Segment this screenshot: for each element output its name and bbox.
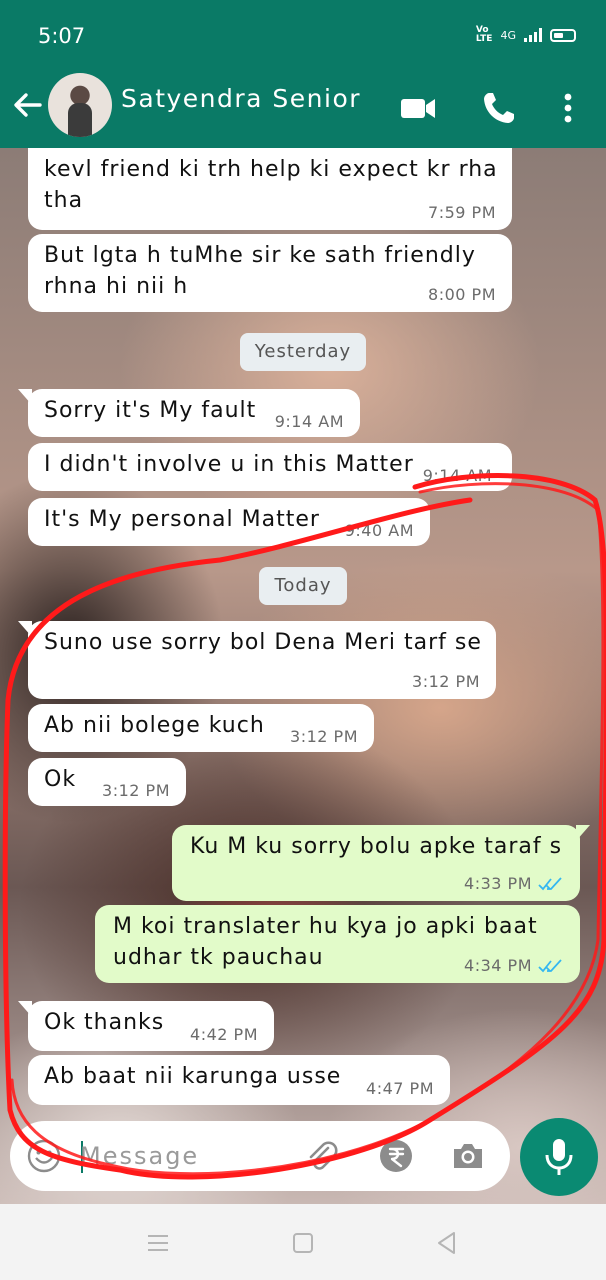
video-call-icon[interactable] — [398, 88, 438, 128]
message-incoming[interactable]: Ab nii bolege kuch 3:12 PM — [28, 704, 374, 752]
bubble-tail — [18, 621, 32, 637]
message-incoming[interactable]: Ab baat nii karunga usse 4:47 PM — [28, 1055, 450, 1105]
message-outgoing[interactable]: M koi translater hu kya jo apki baat udh… — [95, 905, 580, 983]
chat-header: Satyendra Senior — [0, 70, 606, 148]
message-incoming[interactable]: But lgta h tuMhe sir ke sath friendly rh… — [28, 234, 512, 312]
message-time: 3:12 PM — [102, 781, 170, 800]
phone-icon[interactable] — [479, 88, 519, 128]
message-time: 4:47 PM — [366, 1079, 434, 1098]
message-text: Ab baat nii karunga usse — [44, 1064, 342, 1089]
status-time: 5:07 — [38, 24, 86, 48]
chat-area[interactable]: kevl friend ki trh help ki expect kr rha… — [0, 148, 606, 1204]
date-separator-today: Today — [259, 567, 347, 605]
message-text: Sorry it's My fault — [44, 398, 257, 423]
message-time: 3:12 PM — [412, 672, 480, 691]
paperclip-icon[interactable] — [304, 1138, 340, 1174]
double-check-icon — [538, 959, 562, 973]
recent-apps-icon[interactable] — [143, 1228, 173, 1258]
rupee-icon[interactable] — [378, 1138, 414, 1174]
message-time: 9:14 AM — [274, 412, 344, 431]
message-incoming[interactable]: Ok 3:12 PM — [28, 758, 186, 806]
message-incoming[interactable]: Ok thanks 4:42 PM — [18, 1001, 274, 1051]
message-time: 4:34 PM — [464, 957, 564, 975]
arrow-back-icon[interactable] — [10, 88, 44, 122]
battery-icon — [550, 28, 576, 42]
message-text: Ab nii bolege kuch — [44, 713, 265, 738]
message-text: It's My personal Matter — [44, 507, 320, 532]
message-incoming[interactable]: Suno use sorry bol Dena Meri tarf se 3:1… — [18, 621, 496, 699]
message-time-label: 4:34 PM — [464, 956, 532, 975]
message-text: Ku M ku sorry bolu apke taraf s — [190, 834, 563, 859]
message-text: Ok — [44, 767, 77, 792]
message-text: Suno use sorry bol Dena Meri tarf se — [44, 630, 482, 655]
bubble-tail — [18, 1001, 32, 1017]
volte-icon: Vo LTE — [475, 25, 493, 44]
status-bar: 5:07 Vo LTE 4G — [0, 0, 606, 70]
message-text: Ok thanks — [44, 1010, 165, 1035]
contact-name[interactable]: Satyendra Senior — [121, 84, 361, 113]
signal-icon — [524, 28, 542, 42]
message-time-label: 4:33 PM — [464, 874, 532, 893]
message-time: 3:12 PM — [290, 727, 358, 746]
message-incoming[interactable]: kevl friend ki trh help ki expect kr rha… — [28, 148, 512, 230]
double-check-icon — [538, 877, 562, 891]
camera-icon[interactable] — [450, 1138, 486, 1174]
bubble-tail — [18, 389, 32, 405]
message-input[interactable] — [80, 1135, 280, 1177]
contact-avatar[interactable] — [48, 73, 112, 137]
message-time: 4:42 PM — [190, 1025, 258, 1044]
message-composer — [10, 1121, 510, 1191]
more-vert-icon[interactable] — [548, 88, 588, 128]
message-time: 9:40 AM — [344, 521, 414, 540]
message-incoming[interactable]: I didn't involve u in this Matter 9:14 A… — [28, 443, 512, 491]
message-text: But lgta h tuMhe sir ke sath friendly rh… — [44, 243, 476, 299]
mic-button[interactable] — [520, 1118, 598, 1196]
date-separator-yesterday: Yesterday — [240, 333, 366, 371]
message-text: I didn't involve u in this Matter — [44, 452, 414, 477]
bubble-tail — [576, 825, 590, 841]
back-nav-icon[interactable] — [432, 1228, 462, 1258]
home-icon[interactable] — [288, 1228, 318, 1258]
message-time: 7:59 PM — [428, 203, 496, 222]
emoji-icon[interactable] — [26, 1138, 62, 1174]
message-incoming[interactable]: Sorry it's My fault 9:14 AM — [18, 389, 360, 437]
message-time: 4:33 PM — [464, 875, 564, 893]
message-time: 8:00 PM — [428, 285, 496, 304]
message-time: 9:14 AM — [422, 466, 492, 485]
message-incoming[interactable]: It's My personal Matter 9:40 AM — [28, 498, 430, 546]
system-nav-bar — [0, 1204, 606, 1280]
network-type-label: 4G — [500, 28, 516, 42]
mic-icon — [545, 1139, 573, 1175]
status-icons: Vo LTE 4G — [476, 26, 576, 44]
message-outgoing[interactable]: Ku M ku sorry bolu apke taraf s 4:33 PM — [172, 825, 590, 901]
